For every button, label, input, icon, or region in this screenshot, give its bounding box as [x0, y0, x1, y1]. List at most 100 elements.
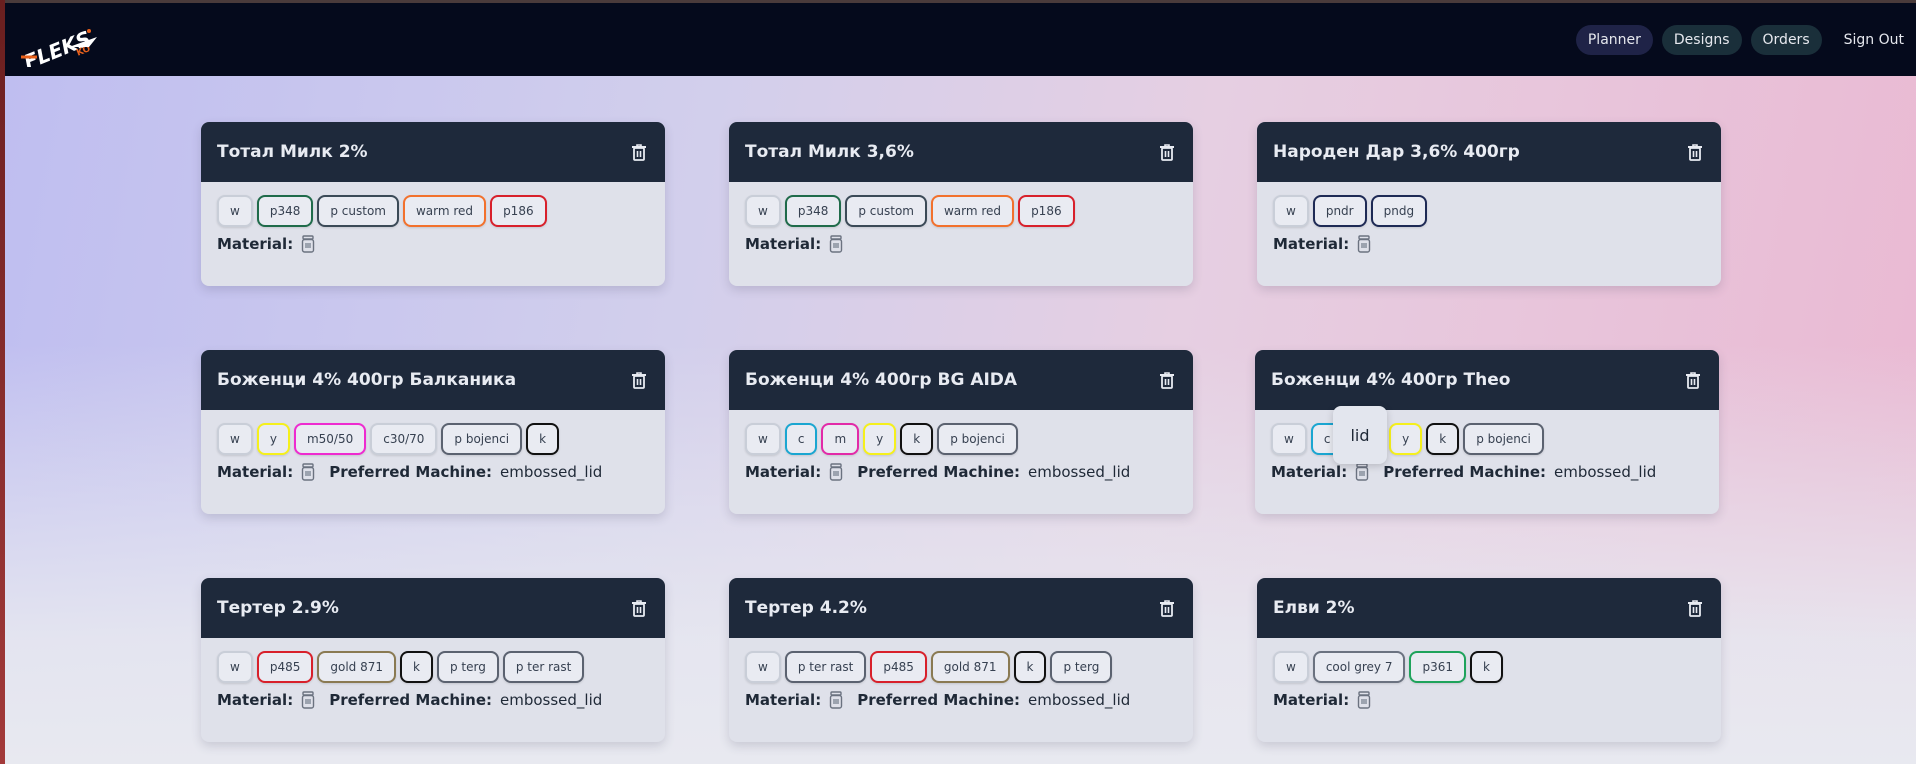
color-tag[interactable]: warm red — [930, 195, 1015, 227]
card-title: Боженци 4% 400гр Theo — [1271, 370, 1511, 390]
color-tag[interactable]: k — [400, 651, 433, 683]
fleks-logo[interactable]: FLEKS KO — [17, 17, 107, 74]
color-tag[interactable]: y — [256, 423, 290, 455]
color-tag[interactable]: w — [217, 651, 253, 683]
card-header: Народен Дар 3,6% 400гр — [1257, 122, 1721, 182]
material-row: Material: — [745, 231, 1177, 257]
color-tag[interactable]: p custom — [845, 195, 927, 227]
sign-out-button[interactable]: Sign Out — [1832, 25, 1916, 55]
design-card[interactable]: Боженци 4% 400гр Балканика w y m50/50 c30/70… — [201, 350, 665, 514]
delete-design-icon[interactable] — [1157, 370, 1177, 390]
jar-icon[interactable] — [829, 691, 843, 709]
material-label: Material: — [217, 463, 294, 481]
card-title: Тотал Милк 2% — [217, 142, 368, 162]
color-tag[interactable]: p361 — [1409, 651, 1467, 683]
color-tag[interactable]: w — [1271, 423, 1307, 455]
color-tag[interactable]: p348 — [256, 195, 314, 227]
color-tags: wcmykp bojenci — [745, 422, 1177, 456]
jar-icon[interactable] — [1357, 691, 1371, 709]
preferred-machine-value: embossed_lid — [1028, 691, 1131, 709]
design-card[interactable]: Народен Дар 3,6% 400гр w pndr pndg Material: — [1257, 122, 1721, 286]
color-tag[interactable]: cool grey 7 — [1312, 651, 1406, 683]
color-tag[interactable]: p485 — [256, 651, 314, 683]
color-tags: w pndr pndg — [1273, 194, 1705, 228]
material-row: Material: — [217, 231, 649, 257]
color-tag[interactable]: p terg — [436, 651, 499, 683]
color-tag[interactable]: pndg — [1370, 195, 1428, 227]
color-tag[interactable]: k — [1470, 651, 1503, 683]
delete-design-icon[interactable] — [1685, 142, 1705, 162]
color-tag[interactable]: k — [1426, 423, 1460, 455]
color-tag[interactable]: y — [863, 423, 897, 455]
jar-icon[interactable] — [1355, 463, 1369, 481]
color-tag[interactable]: p bojenci — [441, 423, 523, 455]
card-header: Боженци 4% 400гр Балканика — [201, 350, 665, 410]
color-tags: w cool grey 7 p361 k — [1273, 650, 1705, 684]
nav-designs-button[interactable]: Designs — [1661, 24, 1742, 55]
preferred-machine-value: embossed_lid — [500, 463, 603, 481]
delete-design-icon[interactable] — [1685, 598, 1705, 618]
color-tag[interactable]: k — [900, 423, 934, 455]
color-tag[interactable]: p485 — [870, 651, 927, 683]
color-tag[interactable]: p ter rast — [784, 651, 867, 683]
color-tag[interactable]: c30/70 — [370, 423, 438, 455]
design-card[interactable]: Тотал Милк 3,6% w p348 p custom warm red p186… — [729, 122, 1193, 286]
color-tag[interactable]: p186 — [1018, 195, 1075, 227]
color-tag[interactable]: pndr — [1312, 195, 1367, 227]
color-tags: w p348 p custom warm red p186 — [745, 194, 1177, 228]
color-tag[interactable]: w — [1273, 651, 1309, 683]
card-body: wcmykp bojenciMaterial:Preferred Machine… — [1255, 410, 1719, 485]
color-tag[interactable]: w — [1273, 195, 1309, 227]
delete-design-icon[interactable] — [629, 142, 649, 162]
color-tag[interactable]: c — [784, 423, 818, 455]
color-tag[interactable]: p terg — [1050, 651, 1113, 683]
design-card[interactable]: Елви 2% w cool grey 7 p361 k Material: — [1257, 578, 1721, 742]
color-tag[interactable]: p348 — [784, 195, 842, 227]
design-card[interactable]: Тертер 2.9% w p485 gold 871 k p terg p ter ras… — [201, 578, 665, 742]
jar-icon[interactable] — [829, 463, 843, 481]
card-header: Тертер 2.9% — [201, 578, 665, 638]
color-tag[interactable]: p186 — [490, 195, 547, 227]
jar-icon[interactable] — [301, 463, 315, 481]
jar-icon[interactable] — [829, 235, 843, 253]
color-tag[interactable]: gold 871 — [930, 651, 1010, 683]
nav-planner-button[interactable]: Planner — [1575, 24, 1653, 55]
delete-design-icon[interactable] — [629, 370, 649, 390]
color-tag[interactable]: p custom — [317, 195, 399, 227]
color-tags: w p348 p custom warm red p186 — [217, 194, 649, 228]
delete-design-icon[interactable] — [1683, 370, 1703, 390]
color-tag[interactable]: p ter rast — [502, 651, 585, 683]
delete-design-icon[interactable] — [629, 598, 649, 618]
color-tag[interactable]: p bojenci — [1463, 423, 1544, 455]
color-tag[interactable]: w — [217, 195, 253, 227]
color-tag[interactable]: w — [217, 423, 253, 455]
color-tag[interactable]: k — [526, 423, 560, 455]
delete-design-icon[interactable] — [1157, 142, 1177, 162]
color-tag[interactable]: m — [821, 423, 860, 455]
design-card[interactable]: Тотал Милк 2% w p348 p custom warm red p186 Ma… — [201, 122, 665, 286]
color-tag[interactable]: y — [1389, 423, 1423, 455]
color-tag[interactable]: w — [745, 423, 781, 455]
color-tag[interactable]: w — [745, 195, 781, 227]
design-card[interactable]: Боженци 4% 400гр BG AIDA w c m y k p bojenci Ma… — [729, 350, 1193, 514]
color-tag[interactable]: p bojenci — [937, 423, 1018, 455]
card-header: Тертер 4.2% — [729, 578, 1193, 638]
preferred-machine-value: embossed_lid — [1554, 463, 1657, 481]
color-tags: wp ter rast p485 gold 871 k p terg — [745, 650, 1177, 684]
color-tag[interactable]: k — [1013, 651, 1047, 683]
design-card[interactable]: Боженци 4% 400гр Theo wcmykp bojenciMater… — [1255, 350, 1719, 514]
preferred-machine-label: Preferred Machine: — [857, 691, 1021, 709]
delete-design-icon[interactable] — [1157, 598, 1177, 618]
card-body: w y m50/50 c30/70 p bojenci k Material: Preferr… — [201, 410, 665, 485]
jar-icon[interactable] — [1357, 235, 1371, 253]
card-title: Елви 2% — [1273, 598, 1355, 618]
color-tag[interactable]: warm red — [402, 195, 487, 227]
jar-icon[interactable] — [301, 691, 315, 709]
jar-icon[interactable] — [301, 235, 315, 253]
card-title: Народен Дар 3,6% 400гр — [1273, 142, 1520, 162]
design-card[interactable]: Тертер 4.2% w p ter rast p485 gold 871 k p ter… — [729, 578, 1193, 742]
color-tag[interactable]: m50/50 — [293, 423, 367, 455]
color-tag[interactable]: w — [745, 651, 781, 683]
color-tag[interactable]: gold 871 — [317, 651, 396, 683]
nav-orders-button[interactable]: Orders — [1750, 24, 1822, 55]
